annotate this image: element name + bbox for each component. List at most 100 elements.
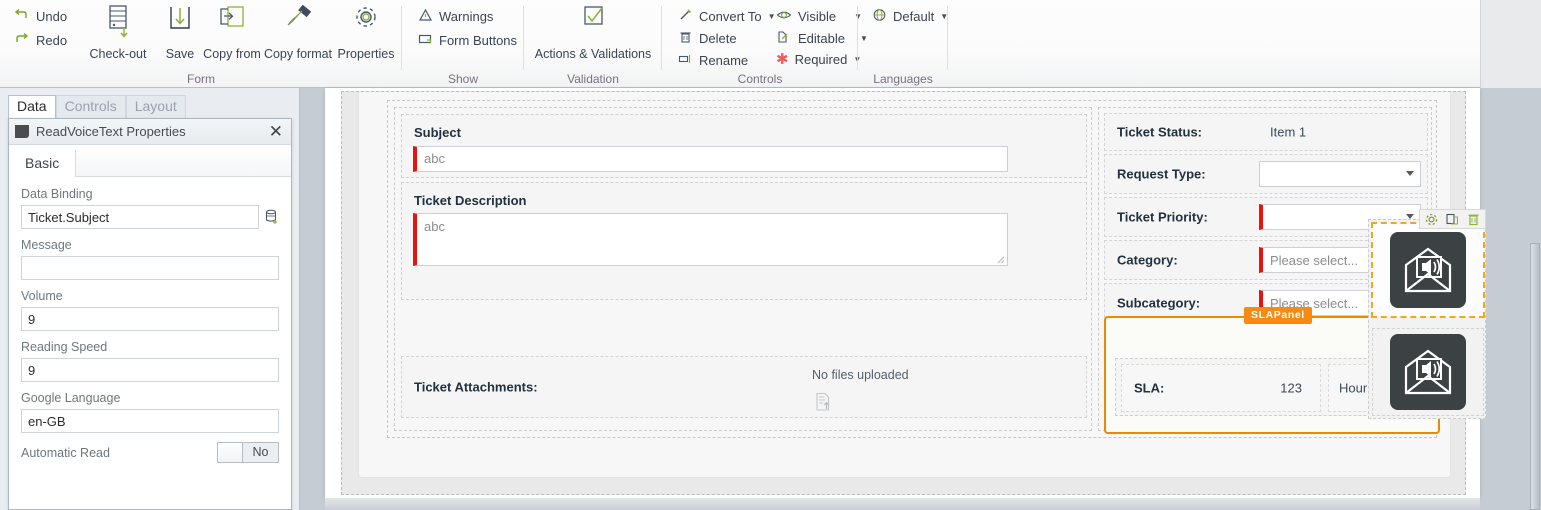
editable-label: Editable (798, 31, 845, 46)
ribbon-group-label-controls: Controls (737, 72, 783, 86)
ribbon-group-form: Undo Redo Check-out Save Copy from Copy … (0, 0, 402, 88)
reading-speed-label: Reading Speed (21, 340, 108, 354)
form-section: Subject abc Ticket Description abc Ticke… (387, 100, 1486, 438)
convert-to-button[interactable]: Convert To ▼ (674, 6, 780, 27)
copy-format-button[interactable]: Copy format (258, 3, 338, 61)
ribbon-toolbar: Undo Redo Check-out Save Copy from Copy … (0, 0, 1541, 88)
sla-panel-tag: SLAPanel (1244, 307, 1312, 324)
ribbon-right-filler (1480, 0, 1541, 88)
undo-icon (14, 8, 30, 25)
redo-button[interactable]: Redo (10, 30, 76, 51)
request-type-label: Request Type: (1117, 166, 1206, 182)
toggle-value: No (252, 445, 269, 459)
form-buttons-button[interactable]: Form Buttons (414, 30, 521, 51)
reading-speed-input[interactable] (21, 358, 279, 382)
left-properties-panel: Data Controls Layout ReadVoiceText Prope… (0, 88, 300, 510)
canvas-drop-area: Subject abc Ticket Description abc Ticke… (341, 91, 1486, 495)
ticket-status-value: Item 1 (1270, 124, 1307, 140)
required-button[interactable]: ✱ Required ▼ (772, 50, 865, 69)
warnings-button[interactable]: Warnings (414, 6, 497, 27)
field-data-binding: Data Binding (21, 187, 279, 229)
control-icon (15, 125, 29, 138)
properties-window-titlebar: ReadVoiceText Properties ✕ (9, 119, 291, 145)
field-google-language: Google Language (21, 391, 279, 433)
delete-button[interactable]: Delete (674, 28, 741, 49)
voice-control-column (1368, 209, 1486, 419)
undo-button[interactable]: Undo (10, 6, 76, 27)
field-reading-speed: Reading Speed (21, 340, 279, 382)
ribbon-group-label-validation: Validation (567, 72, 619, 86)
scrollbar-thumb[interactable] (1530, 243, 1540, 510)
read-voice-text-control-selected[interactable] (1371, 209, 1486, 318)
field-automatic-read: Automatic Read No (21, 442, 279, 463)
automatic-read-label: Automatic Read (21, 445, 110, 460)
category-value: Please select... (1270, 253, 1359, 268)
properties-label: Properties (337, 47, 395, 61)
automatic-read-toggle[interactable]: No (217, 442, 279, 463)
pencil-page-icon (776, 30, 792, 47)
asterisk-icon: ✱ (776, 51, 789, 68)
ribbon-group-languages: Default ▼ Languages (858, 0, 948, 88)
form-column-left: Subject abc Ticket Description abc Ticke… (394, 107, 1092, 431)
attachments-field-row[interactable]: Ticket Attachments: No files uploaded (401, 356, 1087, 418)
rename-button[interactable]: Rename (674, 50, 752, 71)
copy-format-label: Copy format (263, 47, 333, 61)
tab-layout[interactable]: Layout (125, 95, 186, 118)
read-voice-text-control-second[interactable] (1372, 328, 1484, 416)
database-picker-icon[interactable] (265, 209, 279, 225)
copy-format-icon (258, 3, 338, 47)
checkmark-box-icon (534, 3, 652, 47)
form-buttons-label: Form Buttons (439, 33, 518, 48)
ticket-status-row[interactable]: Ticket Status: Item 1 (1104, 113, 1428, 151)
message-input[interactable] (21, 256, 279, 280)
google-language-input[interactable] (21, 409, 279, 433)
trash-icon[interactable] (1464, 211, 1483, 228)
warnings-label: Warnings (439, 9, 494, 24)
tab-basic[interactable]: Basic (9, 150, 77, 177)
visible-label: Visible (798, 9, 837, 24)
request-type-row[interactable]: Request Type: (1104, 154, 1428, 194)
description-field-row[interactable]: Ticket Description abc (401, 182, 1087, 300)
subject-input[interactable]: abc (413, 146, 1008, 172)
message-label: Message (21, 238, 72, 252)
volume-input[interactable] (21, 307, 279, 331)
panel-gutter (300, 88, 325, 510)
data-binding-label: Data Binding (21, 187, 93, 201)
vertical-scrollbar[interactable] (1529, 88, 1541, 510)
request-type-dropdown[interactable] (1259, 161, 1421, 187)
resize-handle-icon[interactable] (995, 254, 1005, 264)
description-label: Ticket Description (414, 193, 527, 208)
default-language-label: Default (893, 9, 935, 24)
sla-value-cell[interactable]: SLA: 123 (1121, 364, 1321, 412)
properties-window-title: ReadVoiceText Properties (36, 124, 186, 139)
form-card: Subject abc Ticket Description abc Ticke… (358, 92, 1486, 478)
panel-tabstrip: Data Controls Layout (8, 95, 186, 118)
attachments-label: Ticket Attachments: (414, 379, 538, 395)
visible-button[interactable]: Visible ▼ (772, 6, 866, 27)
envelope-speaker-icon (1390, 232, 1466, 308)
ticket-priority-label: Ticket Priority: (1117, 209, 1208, 225)
ribbon-group-label-languages: Languages (873, 72, 933, 86)
default-language-button[interactable]: Default ▼ (868, 6, 952, 27)
tab-data[interactable]: Data (8, 95, 56, 118)
ribbon-group-label-show: Show (447, 72, 479, 86)
control-action-toolbar (1419, 209, 1486, 229)
envelope-speaker-icon (1390, 334, 1466, 410)
duplicate-icon[interactable] (1443, 211, 1462, 228)
data-binding-input[interactable] (21, 205, 259, 229)
close-icon[interactable]: ✕ (267, 123, 285, 140)
upload-file-icon[interactable] (814, 392, 832, 417)
category-label: Category: (1117, 252, 1178, 268)
gear-icon[interactable] (1422, 211, 1441, 228)
properties-window: ReadVoiceText Properties ✕ Basic Data Bi… (8, 118, 292, 510)
eye-icon (776, 8, 792, 25)
tab-controls[interactable]: Controls (55, 95, 126, 118)
actions-validations-button[interactable]: Actions & Validations (534, 3, 652, 61)
field-volume: Volume (21, 289, 279, 331)
properties-button[interactable]: Properties (330, 3, 402, 61)
subject-field-row[interactable]: Subject abc (401, 114, 1087, 178)
undo-label: Undo (36, 9, 68, 24)
redo-label: Redo (36, 33, 68, 48)
ticket-status-label: Ticket Status: (1117, 124, 1203, 140)
description-textarea[interactable]: abc (413, 213, 1008, 266)
